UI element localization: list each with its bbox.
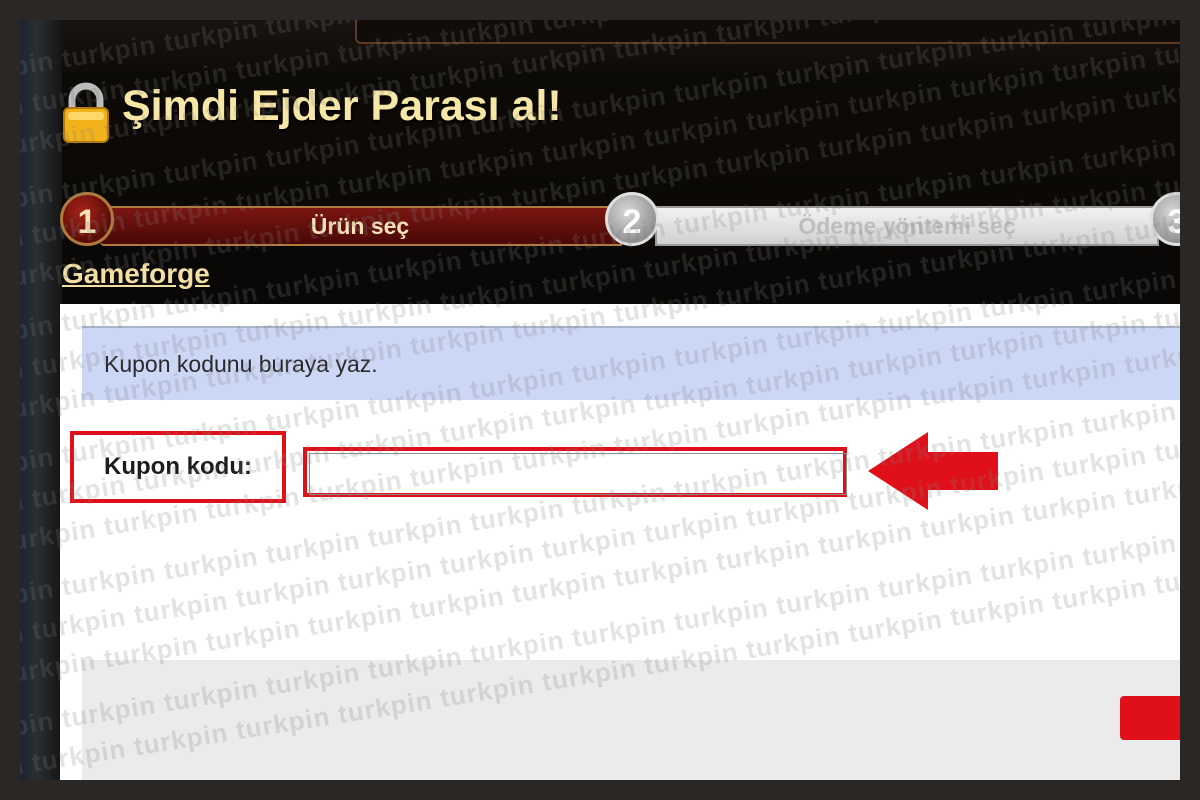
coupon-label: Kupon kodu: <box>104 453 252 480</box>
arrow-left-icon <box>868 432 998 510</box>
step-2-bar[interactable]: Ödeme yöntemi seç <box>655 206 1159 246</box>
step-2-number: 2 <box>605 192 659 246</box>
browser-viewport: Şimdi Ejder Parası al! Ürün seç 1 Ödeme … <box>20 20 1180 780</box>
footer-area <box>82 660 1180 780</box>
page-title: Şimdi Ejder Parası al! <box>122 82 562 130</box>
info-text: Kupon kodunu buraya yaz. <box>104 351 378 377</box>
background-art-strip <box>20 20 62 780</box>
top-banner <box>20 20 1180 72</box>
top-panel <box>355 20 1180 44</box>
lock-icon <box>63 82 109 143</box>
info-banner: Kupon kodunu buraya yaz. <box>82 326 1180 400</box>
step-1-label: Ürün seç <box>310 213 410 239</box>
checkout-steps: Ürün seç 1 Ödeme yöntemi seç 2 3 <box>60 192 1180 248</box>
coupon-panel: Kupon kodunu buraya yaz. Kupon kodu: <box>60 304 1180 780</box>
coupon-code-input[interactable] <box>309 453 847 495</box>
coupon-label-highlight: Kupon kodu: <box>70 431 286 503</box>
step-1-bar[interactable]: Ürün seç <box>100 206 622 246</box>
provider-link-gameforge[interactable]: Gameforge <box>62 258 210 290</box>
step-2-label: Ödeme yöntemi seç <box>798 213 1016 239</box>
continue-button[interactable] <box>1120 696 1180 740</box>
coupon-input-highlight <box>303 447 847 497</box>
screenshot-frame: Şimdi Ejder Parası al! Ürün seç 1 Ödeme … <box>0 0 1200 800</box>
step-1-number: 1 <box>60 192 114 246</box>
